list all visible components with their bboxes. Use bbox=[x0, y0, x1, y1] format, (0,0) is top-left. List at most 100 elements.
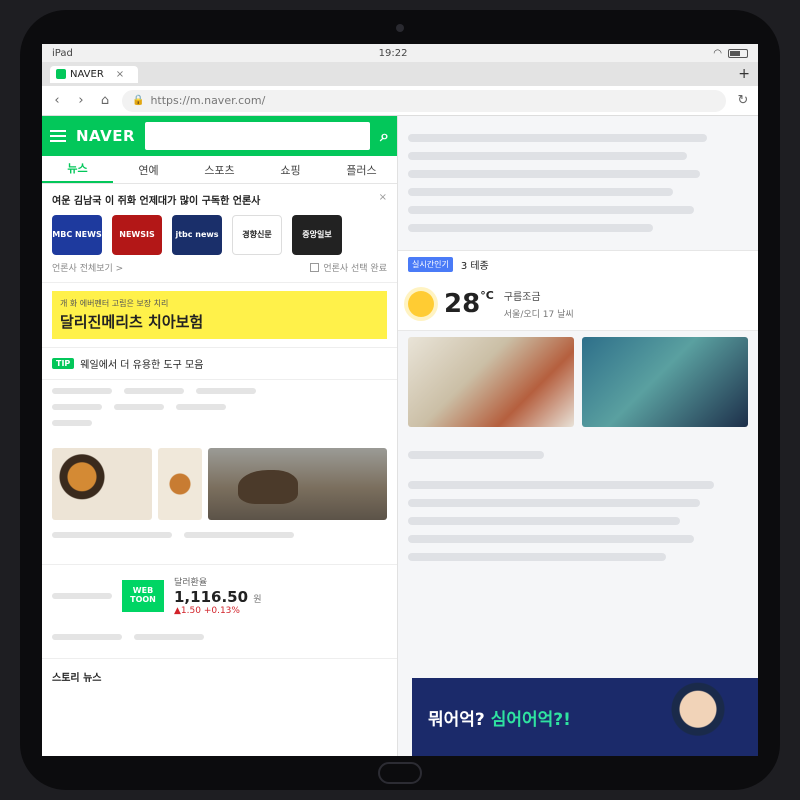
topic-placeholder[interactable] bbox=[52, 420, 92, 426]
headline-placeholder[interactable] bbox=[408, 152, 687, 160]
bottom-ad-banner[interactable]: 뭐어억? 심어어억?! bbox=[412, 678, 758, 756]
headline-placeholder[interactable] bbox=[408, 535, 694, 543]
press-logo[interactable]: NEWSIS bbox=[112, 215, 162, 255]
headline-placeholder[interactable] bbox=[408, 224, 653, 232]
battery-icon bbox=[728, 48, 748, 58]
ad-title: 달리진메리츠 치아보험 bbox=[60, 313, 204, 331]
press-logo[interactable]: 경향신문 bbox=[232, 215, 282, 255]
headline-placeholder[interactable] bbox=[408, 553, 667, 561]
topic-placeholder[interactable] bbox=[124, 388, 184, 394]
reload-icon[interactable]: ↻ bbox=[736, 93, 750, 108]
page-content: NAVER ⌕ 뉴스 연예 스포츠 쇼핑 플러스 여운 김남국 이 쥐화 언제대가 많이… bbox=[42, 116, 758, 756]
tip-row[interactable]: TIP 웨일에서 더 유용한 도구 모음 bbox=[42, 347, 397, 380]
headline-placeholder[interactable] bbox=[408, 481, 714, 489]
forward-icon[interactable]: › bbox=[74, 93, 88, 108]
story-news-heading[interactable]: 스토리 뉴스 bbox=[42, 658, 397, 690]
food-photo[interactable] bbox=[52, 448, 152, 520]
menu-icon[interactable] bbox=[50, 130, 66, 142]
tablet-device: iPad 19:22 ◠ NAVER × + ‹ › ⌂ 🔒 https://m… bbox=[20, 10, 780, 790]
webtoon-logo[interactable]: WEB TOON bbox=[122, 579, 164, 612]
exchange-value: 1,116.50 bbox=[174, 588, 249, 606]
search-icon[interactable]: ⌕ bbox=[380, 126, 389, 146]
misc-placeholder[interactable] bbox=[134, 634, 204, 640]
home-button[interactable] bbox=[378, 762, 422, 784]
headline-placeholder[interactable] bbox=[408, 517, 680, 525]
press-logo[interactable]: jtbc news bbox=[172, 215, 222, 255]
illustration-thumb[interactable] bbox=[582, 337, 748, 427]
search-input[interactable] bbox=[145, 122, 371, 150]
topic-grid bbox=[42, 380, 397, 444]
press-logo[interactable]: MBC NEWS bbox=[52, 215, 102, 255]
partly-cloudy-icon bbox=[408, 291, 434, 317]
ad-subtitle: 개 화 에버펜터 고립은 보장 치리 bbox=[60, 299, 169, 308]
headline-placeholder[interactable] bbox=[408, 134, 708, 142]
press-more-link[interactable]: 언론사 전체보기 > bbox=[52, 261, 123, 274]
bear-photo[interactable] bbox=[208, 448, 387, 520]
battery-fill bbox=[730, 50, 741, 56]
checkbox-icon bbox=[310, 263, 320, 272]
weather-condition: 구름조금 bbox=[503, 292, 541, 303]
news-headlines-bottom bbox=[398, 433, 758, 579]
photo-captions bbox=[42, 524, 397, 556]
exchange-rate-panel[interactable]: WEB TOON 달러환율 1,116.50 원 ▲1.50 +0.13% bbox=[42, 564, 397, 626]
status-bar: iPad 19:22 ◠ bbox=[42, 44, 758, 62]
bottom-ad-accent: 심어어억?! bbox=[490, 709, 571, 730]
ad-banner-dental[interactable]: 개 화 에버펜터 고립은 보장 치리 달리진메리츠 치아보험 bbox=[52, 291, 387, 339]
topic-placeholder[interactable] bbox=[114, 404, 164, 410]
weather-location: 서울/오디 17 날씨 bbox=[503, 310, 574, 320]
misc-placeholder[interactable] bbox=[52, 634, 122, 640]
photo-news-row bbox=[42, 444, 397, 524]
headline-placeholder[interactable] bbox=[408, 206, 694, 214]
exchange-change: ▲1.50 +0.13% bbox=[174, 606, 240, 616]
tab-title: NAVER bbox=[70, 68, 104, 80]
new-tab-button[interactable]: + bbox=[738, 66, 750, 82]
press-logo[interactable]: 중앙일보 bbox=[292, 215, 342, 255]
headline-placeholder[interactable] bbox=[408, 188, 674, 196]
home-icon[interactable]: ⌂ bbox=[98, 93, 112, 108]
press-title: 여운 김남국 이 쥐화 언제대가 많이 구독한 언론사 bbox=[52, 196, 261, 207]
press-subscribe-toggle[interactable]: 언론사 선택 완료 bbox=[310, 261, 387, 274]
close-icon[interactable]: × bbox=[379, 192, 387, 207]
weather-widget[interactable]: 28°C 구름조금 서울/오디 17 날씨 bbox=[398, 278, 758, 331]
tip-badge: TIP bbox=[52, 358, 75, 369]
food-photo-2[interactable] bbox=[158, 448, 202, 520]
headline-placeholder[interactable] bbox=[408, 499, 701, 507]
back-icon[interactable]: ‹ bbox=[50, 93, 64, 108]
live-text: 3 테종 bbox=[460, 261, 489, 272]
headline-placeholder[interactable] bbox=[408, 170, 701, 178]
topic-placeholder[interactable] bbox=[176, 404, 226, 410]
front-camera bbox=[396, 24, 404, 32]
tab-item[interactable]: 연예 bbox=[113, 162, 184, 178]
live-trending-row[interactable]: 실시간인기 3 테종 bbox=[398, 250, 758, 278]
bear-shape bbox=[238, 470, 298, 504]
wifi-icon: ◠ bbox=[713, 47, 722, 59]
address-bar: ‹ › ⌂ 🔒 https://m.naver.com/ ↻ bbox=[42, 86, 758, 116]
tab-close-icon[interactable]: × bbox=[116, 69, 124, 80]
temperature-unit: °C bbox=[480, 289, 494, 302]
url-input[interactable]: 🔒 https://m.naver.com/ bbox=[122, 89, 726, 112]
device-label: iPad bbox=[52, 47, 73, 59]
press-logo-list: MBC NEWS NEWSIS jtbc news 경향신문 중앙일보 bbox=[52, 215, 387, 255]
tab-item[interactable]: 플러스 bbox=[326, 162, 397, 178]
browser-tab-bar: NAVER × + bbox=[42, 62, 758, 86]
naver-main-column: NAVER ⌕ 뉴스 연예 스포츠 쇼핑 플러스 여운 김남국 이 쥐화 언제대가 많이… bbox=[42, 116, 397, 756]
tablet-screen: iPad 19:22 ◠ NAVER × + ‹ › ⌂ 🔒 https://m… bbox=[42, 44, 758, 756]
topic-placeholder[interactable] bbox=[52, 388, 112, 394]
naver-logo[interactable]: NAVER bbox=[76, 127, 135, 145]
news-headlines-top bbox=[398, 116, 758, 250]
picture-news-row bbox=[398, 331, 758, 433]
exchange-label: 달러환율 bbox=[174, 578, 208, 588]
tab-item[interactable]: 뉴스 bbox=[42, 156, 113, 183]
tip-text: 웨일에서 더 유용한 도구 모음 bbox=[80, 360, 204, 371]
infographic-thumb[interactable] bbox=[408, 337, 574, 427]
tab-item[interactable]: 스포츠 bbox=[184, 162, 255, 178]
tab-item[interactable]: 쇼핑 bbox=[255, 162, 326, 178]
bottom-ad-text: 뭐어억? 심어어억?! bbox=[428, 709, 571, 730]
misc-grid bbox=[42, 626, 397, 658]
live-badge: 실시간인기 bbox=[408, 257, 453, 272]
topic-placeholder[interactable] bbox=[52, 404, 102, 410]
exchange-unit: 원 bbox=[253, 595, 262, 605]
topic-placeholder[interactable] bbox=[196, 388, 256, 394]
caption-placeholder bbox=[408, 451, 544, 459]
browser-tab[interactable]: NAVER × bbox=[50, 65, 139, 83]
